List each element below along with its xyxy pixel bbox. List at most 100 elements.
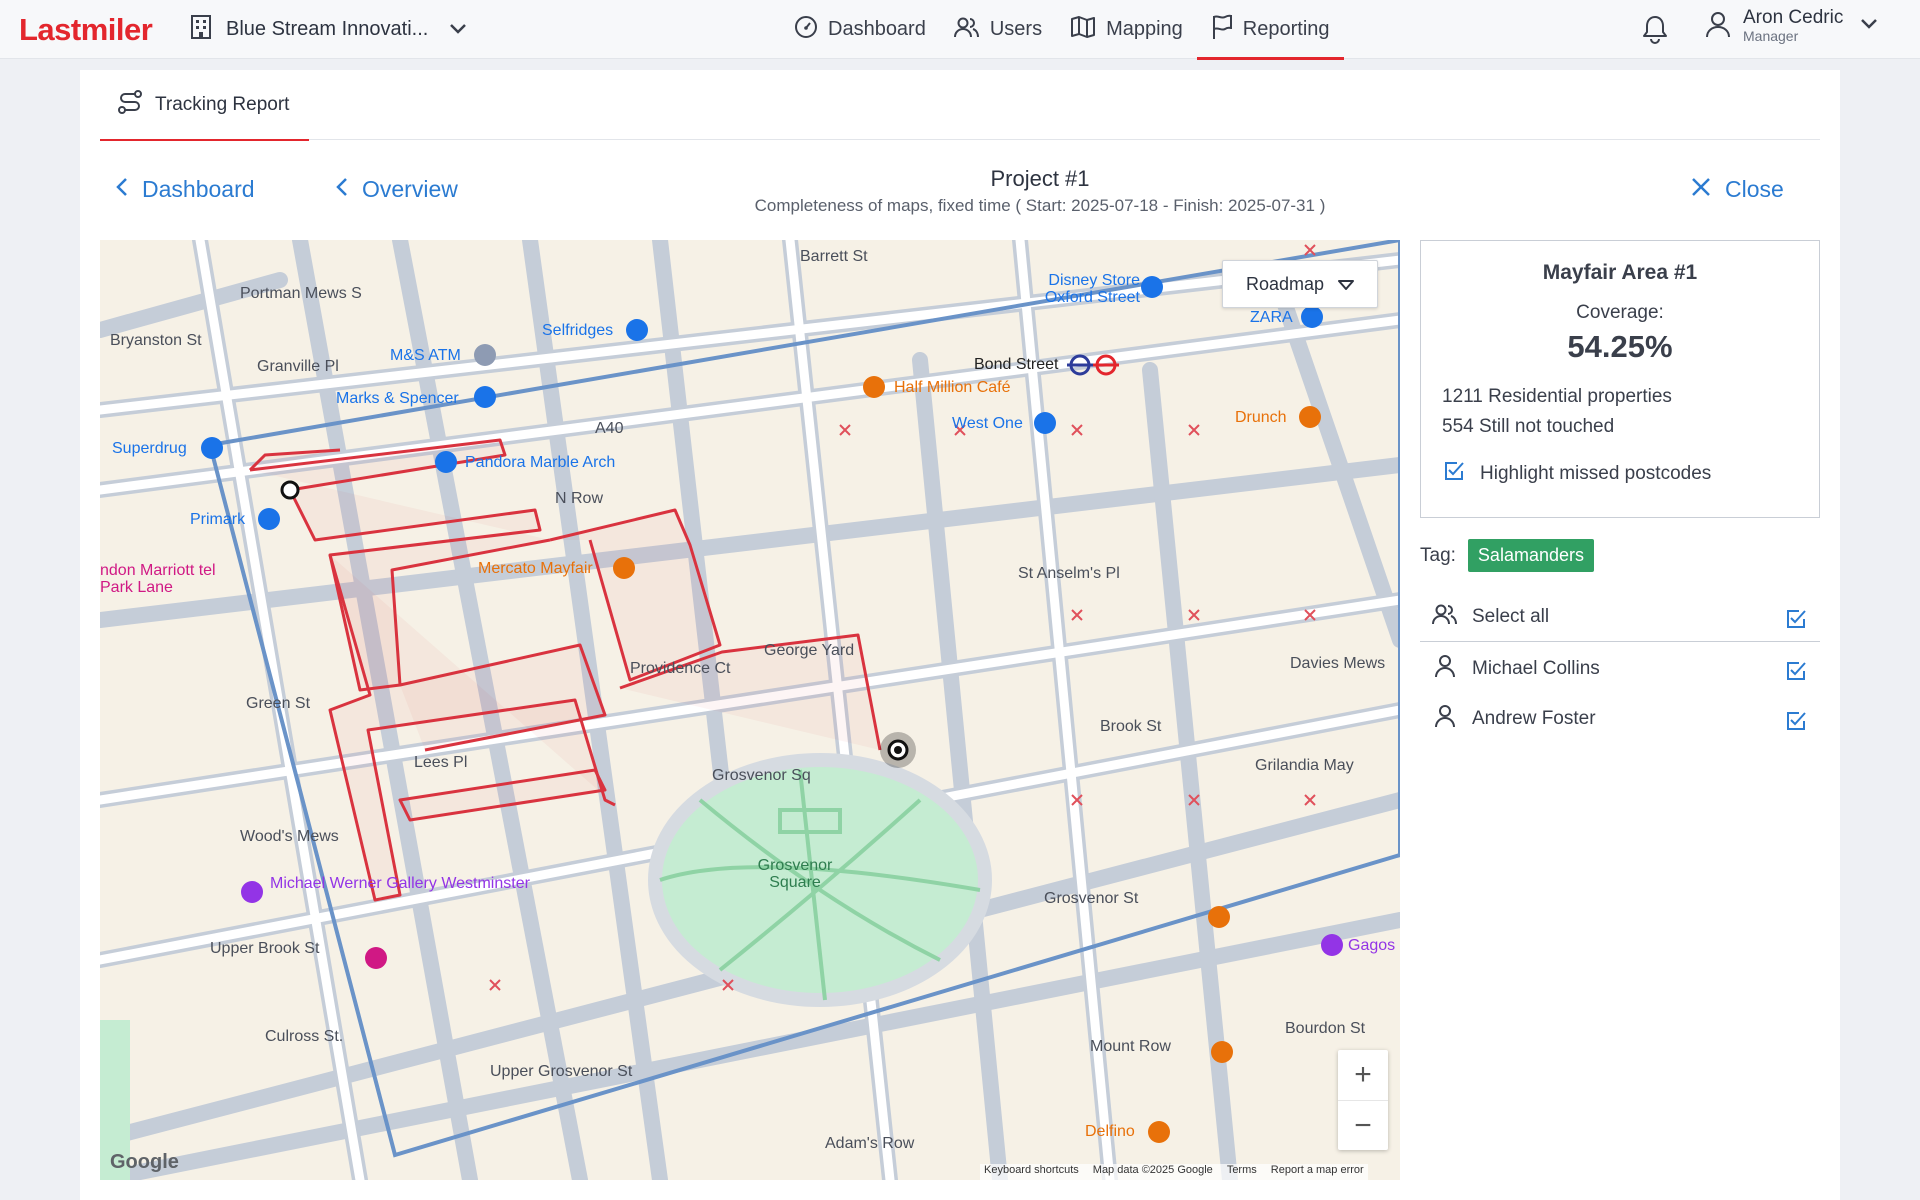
tab-bar: Tracking Report [100,70,1820,141]
poi-label: Mercato Mayfair [478,560,593,577]
zoom-control: + − [1338,1050,1388,1150]
map-data-text: Map data ©2025 Google [1092,1164,1213,1176]
street-label: Grilandia May [1255,757,1354,774]
close-label: Close [1725,176,1784,202]
chevron-down-icon [1859,17,1879,35]
street-label: St Anselm's Pl [1018,565,1120,582]
tracking-map[interactable]: Bryanston St Portman Mews S Granville Pl… [100,240,1400,1180]
organization-selector[interactable]: Blue Stream Innovati... [190,0,468,59]
poi-label: Marks & Spencer [336,390,459,407]
link-label: Dashboard [142,176,255,202]
top-bar: Lastmiler Blue Stream Innovati... Dashbo… [0,0,1920,60]
street-label: Granville Pl [257,358,339,375]
back-to-dashboard-link[interactable]: Dashboard [116,176,255,203]
terms-link[interactable]: Terms [1227,1164,1257,1180]
map-attribution: Keyboard shortcuts Map data ©2025 Google… [980,1164,1368,1180]
tag-row: Tag: Salamanders [1420,539,1594,572]
close-button[interactable]: Close [1691,176,1784,203]
poi-label: ndon Marriott tel Park Lane [100,562,216,596]
user-role: Manager [1743,28,1799,44]
close-icon [1691,176,1711,203]
park-label: Grosvenor Square [757,857,833,891]
street-label: Culross St. [265,1028,344,1045]
nav-reporting[interactable]: Reporting [1196,0,1344,60]
poi-label: West One [952,415,1023,432]
street-label: Brook St [1100,718,1162,735]
street-label: Green St [246,695,311,712]
organization-name: Blue Stream Innovati... [226,18,429,40]
checkbox-checked-icon[interactable] [1784,709,1808,739]
poi-label: Selfridges [542,322,614,339]
map-type-label: Roadmap [1245,273,1325,294]
member-name: Michael Collins [1472,658,1600,679]
back-to-overview-link[interactable]: Overview [336,176,458,203]
tag-badge[interactable]: Salamanders [1467,539,1594,572]
street-label: Upper Brook St [210,940,320,957]
street-label: Mount Row [1090,1038,1171,1055]
chevron-left-icon [116,176,128,203]
untouched-count: 554 Still not touched [1442,416,1615,437]
caret-down-icon [1338,274,1355,295]
member-name: Andrew Foster [1472,708,1596,729]
nav-mapping[interactable]: Mapping [1056,0,1197,59]
street-label: Davies Mews [1290,655,1386,672]
street-label: Providence Ct [630,660,731,677]
street-label: Bryanston St [110,332,202,349]
street-label: N Row [555,490,604,507]
street-label: Portman Mews S [240,285,362,302]
street-label: Grosvenor St [1044,890,1139,907]
poi-label: Superdrug [112,440,187,457]
zoom-out-button[interactable]: − [1338,1100,1388,1150]
poi-label: M&S ATM [390,347,461,364]
poi-label: Delfino [1085,1123,1135,1140]
building-icon [190,14,212,45]
google-logo: Google [110,1151,179,1173]
nav-label: Reporting [1242,18,1330,40]
project-subtitle: Completeness of maps, fixed time ( Start… [754,196,1326,215]
nav-label: Mapping [1106,18,1183,40]
member-row[interactable]: Michael Collins [1420,644,1820,694]
member-row[interactable]: Andrew Foster [1420,694,1820,744]
checkbox-checked-icon [1442,459,1466,489]
dashboard-gauge-icon [794,15,818,45]
checkbox-checked-icon[interactable] [1784,607,1808,637]
report-map-error-link[interactable]: Report a map error [1271,1164,1364,1180]
coverage-value: 54.25% [1567,329,1673,364]
route-icon [117,89,143,121]
checkbox-checked-icon[interactable] [1784,659,1808,689]
users-icon [953,15,980,45]
area-summary-panel: Mayfair Area #1 Coverage: 54.25% 1211 Re… [1420,240,1820,518]
app-logo[interactable]: Lastmiler [19,12,153,48]
street-label: Grosvenor Sq [712,767,811,784]
poi-label: ZARA [1250,309,1293,326]
street-label: Adam's Row [825,1135,915,1152]
highlight-missed-checkbox[interactable]: Highlight missed postcodes [1442,459,1711,489]
keyboard-shortcuts-link[interactable]: Keyboard shortcuts [984,1164,1079,1180]
chevron-left-icon [336,176,348,203]
select-all-row[interactable]: Select all [1420,592,1820,642]
area-title: Mayfair Area #1 [1542,261,1698,284]
poi-label: Gagos [1348,937,1396,954]
tab-tracking-report[interactable]: Tracking Report [100,70,309,141]
zoom-in-button[interactable]: + [1338,1050,1388,1100]
coverage-label: Coverage: [1576,302,1664,323]
user-avatar-icon [1705,10,1731,43]
tag-label: Tag: [1420,544,1456,566]
poi-label: Drunch [1235,409,1287,426]
poi-label: Primark [190,511,246,528]
map-icon [1070,15,1096,45]
street-label: Bourdon St [1285,1020,1366,1037]
user-icon [1432,654,1458,684]
nav-label: Users [989,18,1043,40]
main-nav: Dashboard Users Mapping Reporting [780,0,1344,60]
map-type-select[interactable]: Roadmap [1222,260,1378,308]
street-label: George Yard [764,642,855,659]
poi-label: Half Million Café [894,379,1011,396]
street-label: Wood's Mews [240,828,339,845]
nav-users[interactable]: Users [940,0,1056,59]
notifications-bell-icon[interactable] [1641,14,1669,49]
chevron-down-icon [448,18,468,41]
user-menu[interactable]: Aron Cedric Manager [1705,8,1879,44]
nav-dashboard[interactable]: Dashboard [780,0,940,59]
nav-label: Dashboard [828,18,926,40]
